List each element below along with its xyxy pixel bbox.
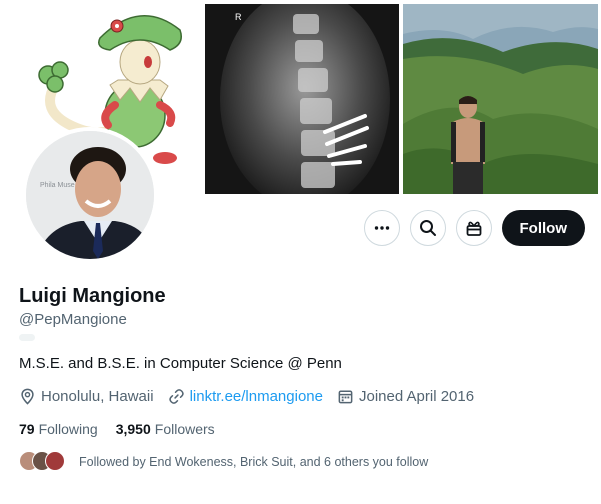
subscribe-gift-button[interactable] [455,210,492,246]
gift-icon [466,221,481,236]
profile-name: Luigi Mangione [19,285,166,307]
link-icon [168,389,184,404]
profile-handle: @PepMangione [19,311,127,328]
profile-actions: Follow [363,210,585,246]
profile-avatar[interactable]: Phila Muse [22,127,158,263]
following-label: Following [38,421,98,437]
followers-count: 3,950 [115,421,151,437]
location-pin-icon [21,388,34,405]
joined-item: Joined April 2016 [337,388,474,405]
follow-button[interactable]: Follow [501,210,585,246]
banner-hiking-photo [403,4,598,194]
followers-stat[interactable]: 3,950 Followers [116,421,215,437]
following-stat[interactable]: 79 Following [19,421,98,437]
joined-text: Joined April 2016 [358,388,475,405]
search-button[interactable] [409,210,446,246]
followed-by[interactable]: Followed by End Wokeness, Brick Suit, an… [19,451,428,473]
svg-text:R: R [235,12,242,22]
profile-bio: M.S.E. and B.S.E. in Computer Science @ … [19,355,342,372]
following-count: 79 [19,421,35,437]
banner-xray-image: R [205,4,399,194]
search-icon [419,220,436,236]
follows-you-badge [19,334,35,341]
more-options-button[interactable] [363,210,400,246]
website-item[interactable]: linktr.ee/lnmangione [168,388,323,405]
avatar-photo: Phila Muse [26,131,154,259]
avatar-caption: Phila Muse [40,182,75,189]
followed-by-avatars [19,451,67,473]
profile-meta: Honolulu, Hawaii linktr.ee/lnmangione Jo… [19,388,474,405]
location-item: Honolulu, Hawaii [19,388,154,405]
follower-avatar [45,451,65,471]
location-text: Honolulu, Hawaii [41,388,154,405]
more-icon [374,226,389,230]
website-link[interactable]: linktr.ee/lnmangione [190,388,323,405]
profile-stats: 79 Following 3,950 Followers [19,421,215,437]
followers-label: Followers [154,421,215,437]
followed-by-text: Followed by End Wokeness, Brick Suit, an… [79,455,429,469]
calendar-icon [338,390,353,404]
